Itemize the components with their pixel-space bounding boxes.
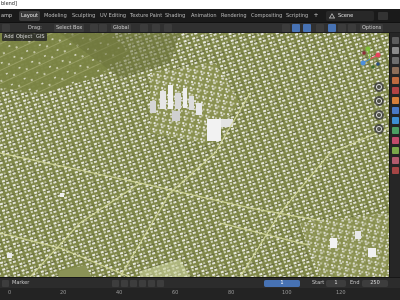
timeline-editor-icon[interactable] xyxy=(2,280,9,287)
tab-shading[interactable]: Shading xyxy=(163,11,187,21)
scene-name: Scene xyxy=(338,13,354,19)
current-frame-field[interactable]: 1 xyxy=(264,280,300,287)
physics-icon[interactable] xyxy=(392,127,399,134)
pan-hand-icon[interactable] xyxy=(374,96,384,106)
add-workspace-button[interactable]: + xyxy=(312,11,320,21)
camera-view-icon[interactable] xyxy=(374,110,384,120)
material-properties-icon[interactable] xyxy=(392,157,399,164)
modifier-properties-icon[interactable] xyxy=(392,107,399,114)
material-shading-icon[interactable] xyxy=(338,24,346,32)
jump-end-icon[interactable] xyxy=(157,280,164,287)
object-mode-icon[interactable] xyxy=(2,24,10,32)
3d-viewport[interactable] xyxy=(0,33,389,277)
output-properties-icon[interactable] xyxy=(392,57,399,64)
rendered-shading-icon[interactable] xyxy=(348,24,356,32)
proportional-edit-icon[interactable] xyxy=(164,24,172,32)
object-properties-icon[interactable] xyxy=(392,97,399,104)
transform-orientation-dropdown[interactable]: Global xyxy=(111,24,131,32)
solid-shading-icon[interactable] xyxy=(328,24,336,32)
data-properties-icon[interactable] xyxy=(392,147,399,154)
tab-sculpting[interactable]: Sculpting xyxy=(70,11,97,21)
perspective-toggle-icon[interactable] xyxy=(374,124,384,134)
frame-tick: 20 xyxy=(60,290,67,296)
jump-start-icon[interactable] xyxy=(112,280,119,287)
snap-icon[interactable] xyxy=(152,24,160,32)
tab-animation[interactable]: Animation xyxy=(189,11,219,21)
scene-icon xyxy=(329,13,335,19)
pivot-point-icon[interactable] xyxy=(140,24,148,32)
play-icon[interactable] xyxy=(139,280,146,287)
frame-tick: 80 xyxy=(228,290,235,296)
frame-tick: 100 xyxy=(282,290,292,296)
properties-tab-strip xyxy=(389,33,400,277)
frame-tick: 40 xyxy=(116,290,123,296)
scene-browse-button[interactable] xyxy=(378,12,388,20)
view-object-types-icon[interactable] xyxy=(282,24,290,32)
tab-rendering[interactable]: Rendering xyxy=(219,11,249,21)
object-menu[interactable]: Object xyxy=(14,33,35,41)
select-mode-extend-icon[interactable] xyxy=(99,24,107,32)
viewport-menu-bar: Add Object GIS xyxy=(0,33,380,41)
tab-texture-paint[interactable]: Texture Paint xyxy=(128,11,164,21)
navigation-gizmo-icon[interactable] xyxy=(356,44,384,74)
end-frame-field[interactable]: 250 xyxy=(362,280,388,287)
timeline-scrub-area[interactable]: 0 20 40 60 80 100 120 xyxy=(0,288,400,300)
tab-layout[interactable]: Layout xyxy=(19,11,40,21)
tab-uv-editing[interactable]: UV Editing xyxy=(98,11,128,21)
world-properties-icon[interactable] xyxy=(392,87,399,94)
zoom-icon[interactable] xyxy=(374,82,384,92)
select-mode-new-icon[interactable] xyxy=(90,24,98,32)
xray-icon[interactable] xyxy=(316,24,324,32)
scene-selector[interactable]: Scene xyxy=(326,11,374,21)
city-terrain-render xyxy=(0,33,389,277)
tab-scripting[interactable]: Scripting xyxy=(284,11,310,21)
timeline-header: Marker 1 Start 1 End 250 xyxy=(0,277,400,288)
render-properties-icon[interactable] xyxy=(392,47,399,54)
frame-tick: 60 xyxy=(172,290,179,296)
show-overlays-icon[interactable] xyxy=(303,24,311,32)
texture-properties-icon[interactable] xyxy=(392,167,399,174)
drag-label: Drag: xyxy=(28,25,42,31)
tab-modeling[interactable]: Modeling xyxy=(42,11,69,21)
window-title-bar: blend] xyxy=(0,0,400,9)
tab-compositing[interactable]: Compositing xyxy=(249,11,284,21)
tool-properties-icon[interactable] xyxy=(392,37,399,44)
jump-keyframe-forward-icon[interactable] xyxy=(148,280,155,287)
start-frame-field[interactable]: 1 xyxy=(326,280,346,287)
select-box-dropdown[interactable]: Select Box xyxy=(54,24,85,32)
gis-menu[interactable]: GIS xyxy=(34,33,47,41)
menu-file[interactable]: amp xyxy=(1,12,12,20)
constraints-icon[interactable] xyxy=(392,137,399,144)
viewport-tool-header: Drag: Select Box Global Options xyxy=(0,23,400,33)
play-reverse-icon[interactable] xyxy=(130,280,137,287)
options-dropdown[interactable]: Options xyxy=(360,24,384,32)
frame-tick: 0 xyxy=(8,290,12,296)
show-gizmo-icon[interactable] xyxy=(292,24,300,32)
scene-properties-icon[interactable] xyxy=(392,77,399,84)
window-title: blend] xyxy=(1,1,17,7)
frame-tick: 120 xyxy=(336,290,346,296)
particles-icon[interactable] xyxy=(392,117,399,124)
view-layer-icon[interactable] xyxy=(392,67,399,74)
top-bar: amp Layout Modeling Sculpting UV Editing… xyxy=(0,9,400,23)
jump-keyframe-back-icon[interactable] xyxy=(121,280,128,287)
